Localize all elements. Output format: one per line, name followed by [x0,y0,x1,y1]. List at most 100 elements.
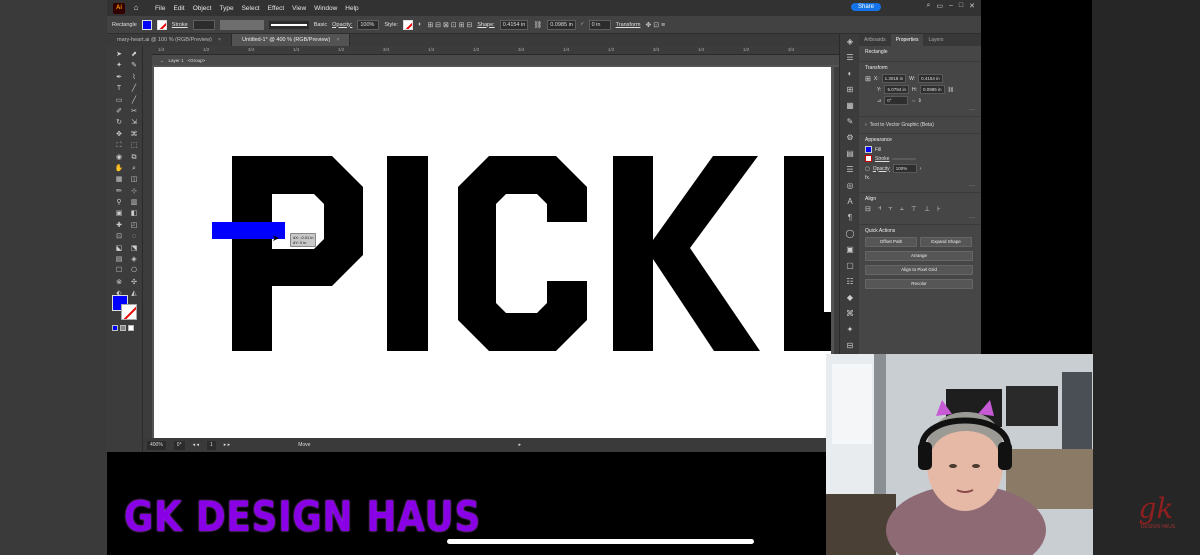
libraries-panel-icon[interactable]: ◈ [840,34,860,50]
swatches-panel-icon[interactable]: ⊞ [840,82,860,98]
transparency-panel-icon[interactable]: ◎ [840,178,860,194]
appearance-panel-icon[interactable]: ☰ [840,162,860,178]
selection-tool-icon[interactable]: ➤ [113,50,125,59]
perspective-tool-icon[interactable]: ⬚ [128,141,140,150]
arrange-button[interactable]: Arrange [865,251,973,261]
chevron-right-icon[interactable]: › [920,166,922,172]
text-to-vector-label[interactable]: Text to Vector Graphic (Beta) [870,122,934,128]
align-panel-icon[interactable]: ☷ [840,274,860,290]
flip-icons[interactable]: ⇔ ⇕ [911,98,922,104]
pucker-tool-icon[interactable]: ◭ [128,289,140,298]
tab-layers[interactable]: Layers [923,34,948,46]
color-button[interactable] [112,325,118,331]
recolor-icon[interactable]: ◐ [418,21,422,28]
rectangle-tool-icon[interactable]: ▭ [113,96,125,105]
print-tiling-tool-icon[interactable]: ☐ [113,266,125,275]
artboard-number-field[interactable]: 1 [207,440,216,450]
menu-edit[interactable]: Edit [173,5,184,12]
stroke-swatch-small[interactable] [865,155,872,162]
none-button[interactable] [128,325,134,331]
zoom-tool-icon[interactable]: ⊡ [113,232,125,241]
group-breadcrumb[interactable]: <Group> [188,58,206,63]
brush-definition[interactable] [268,20,309,29]
graph-tool-icon[interactable]: ✏ [113,187,125,196]
rotate-view-field[interactable]: 0° [173,440,185,450]
artboard[interactable]: ➤ dX: -0.01 in dY: 0 in [154,67,831,438]
layer-breadcrumb[interactable]: Layer 1 [169,58,184,63]
menu-type[interactable]: Type [219,5,233,12]
menu-help[interactable]: Help [345,5,358,12]
opacity-field[interactable]: 100% [892,164,917,173]
reflect-tool-icon[interactable]: ⊗ [113,278,125,287]
align-buttons[interactable]: ⊟ ⫞ ⫟ ⫠ ⊤ ⊥ ⊦ [865,205,975,213]
close-icon[interactable]: × [336,37,339,43]
brushes-panel-icon[interactable]: ▦ [840,98,860,114]
tab-properties[interactable]: Properties [890,34,924,46]
stroke-panel-icon[interactable]: ▣ [840,242,860,258]
knife-tool-icon[interactable]: ◈ [128,255,140,264]
eyedropper-tool-icon[interactable]: ⌕ [128,164,140,173]
back-arrow-icon[interactable]: ← [160,58,165,63]
h-field[interactable]: 0.0985 in [919,85,945,94]
line-tool-icon[interactable]: ╱ [128,84,140,93]
transform-icons[interactable]: ✥ ⊡ ≡ [645,21,665,29]
slice-tool-icon[interactable]: ⚲ [113,198,125,207]
transform-panel-icon[interactable]: ⌘ [840,306,860,322]
symbols-panel-icon[interactable]: ✎ [840,114,860,130]
hand-tool-icon[interactable]: ✋ [113,164,125,173]
shape-builder-tool-icon[interactable]: ⛶ [113,141,125,150]
menu-select[interactable]: Select [242,5,260,12]
rotate-view-tool-icon[interactable]: ⬔ [128,244,140,253]
type-tool-icon[interactable]: T [113,84,125,93]
align-icons[interactable]: ⊞ ⊟ ⊠ ⊡ ⊞ ⊟ [427,21,472,29]
gradient-tool-icon[interactable]: ⧉ [128,153,140,162]
warp-tool-icon[interactable]: ◧ [128,209,140,218]
stroke-color-swatch[interactable] [121,304,137,320]
zoom-field[interactable]: 400% [147,440,166,450]
lasso-tool-icon[interactable]: ✎ [128,61,140,70]
stroke-weight-field[interactable] [892,157,917,160]
reference-point-icon[interactable]: ⊞ [865,75,871,83]
stroke-swatch[interactable] [156,19,167,30]
horizontal-ruler[interactable]: 1/4 1/2 3/4 1/4 1/2 3/4 1/4 1/2 3/4 1/4 1/2 3/4 1/4 1… [150,46,839,55]
graphic-styles-panel-icon[interactable]: ⚙ [840,130,860,146]
opacity-field[interactable]: 100% [357,19,380,30]
paragraph-panel-icon[interactable]: ¶ [840,210,860,226]
menu-window[interactable]: Window [314,5,337,12]
menu-view[interactable]: View [292,5,306,12]
shape-width-field[interactable]: 0.4154 in [499,19,529,30]
style-swatch[interactable] [403,19,414,30]
transform-label[interactable]: Transform [616,22,641,28]
variable-width-profile[interactable] [219,19,264,30]
shape-height-field[interactable]: 0.0985 in [547,19,576,30]
home-icon[interactable]: ⌂ [131,3,141,13]
free-transform-tool-icon[interactable]: ⌘ [128,130,140,139]
play-icon[interactable]: ▸ [518,442,521,448]
scissors-tool-icon[interactable]: ▣ [113,209,125,218]
shape-label[interactable]: Shape: [477,22,494,28]
magic-wand-tool-icon[interactable]: ✦ [113,61,125,70]
opacity-label[interactable]: Opacity: [332,22,352,28]
shaper-tool-icon[interactable]: ✐ [113,107,125,116]
w-field[interactable]: 0.4154 in [918,74,943,83]
tab-artboards[interactable]: Artboards [859,34,891,46]
menu-effect[interactable]: Effect [268,5,285,12]
stroke-label[interactable]: Stroke [875,156,889,162]
maximize-icon[interactable]: □ [959,2,963,10]
more-options-icon[interactable]: ··· [865,183,975,189]
expand-shape-button[interactable]: Expand Shape [920,237,972,247]
minimize-icon[interactable]: – [949,2,953,10]
search-icon[interactable]: ⌕ [926,2,930,10]
recolor-button[interactable]: Recolor [865,279,973,289]
tab-untitled[interactable]: Untitled-1* @ 400 % (RGB/Preview) × [232,34,351,46]
chart-tool-icon[interactable]: ◌ [128,232,140,241]
offset-path-button[interactable]: Offset Path [865,237,917,247]
menu-file[interactable]: File [155,5,165,12]
color-panel-icon[interactable]: ◐ [840,66,860,82]
close-icon[interactable]: × [218,37,221,43]
puppet-warp-tool-icon[interactable]: ✚ [113,221,125,230]
character-panel-icon[interactable]: A [840,194,860,210]
share-button[interactable]: Share [850,3,881,11]
opacity-label[interactable]: Opacity [873,166,890,172]
links-panel-icon[interactable]: ✦ [840,322,860,338]
